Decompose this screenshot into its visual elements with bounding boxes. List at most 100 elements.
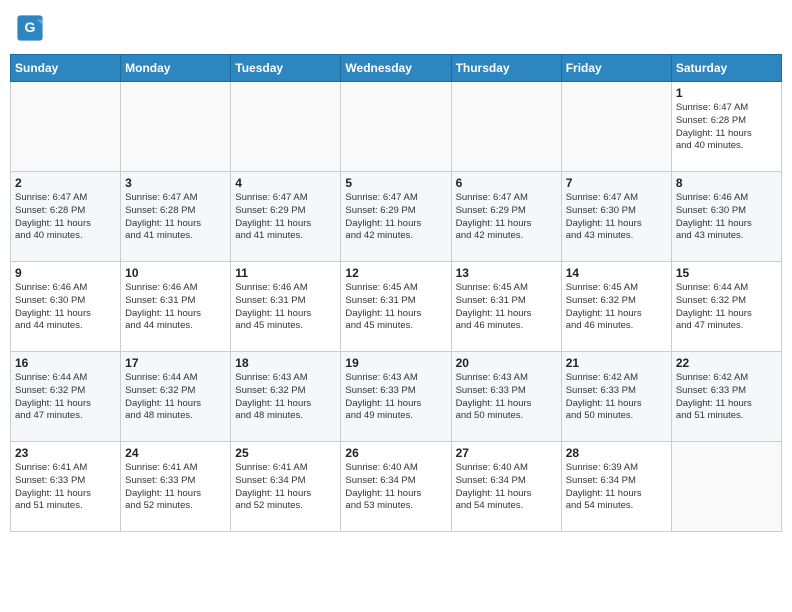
calendar-cell: 22 Sunrise: 6:42 AM Sunset: 6:33 PM Dayli… bbox=[671, 352, 781, 442]
page-header: G bbox=[10, 10, 782, 46]
calendar-header: SundayMondayTuesdayWednesdayThursdayFrid… bbox=[11, 55, 782, 82]
day-number: 28 bbox=[566, 446, 667, 460]
day-info: Sunrise: 6:46 AM Sunset: 6:31 PM Dayligh… bbox=[125, 282, 226, 333]
calendar-cell: 11 Sunrise: 6:46 AM Sunset: 6:31 PM Dayli… bbox=[231, 262, 341, 352]
day-info: Sunrise: 6:41 AM Sunset: 6:33 PM Dayligh… bbox=[125, 462, 226, 513]
calendar-cell: 15 Sunrise: 6:44 AM Sunset: 6:32 PM Dayli… bbox=[671, 262, 781, 352]
calendar-cell: 7 Sunrise: 6:47 AM Sunset: 6:30 PM Daylig… bbox=[561, 172, 671, 262]
day-number: 19 bbox=[345, 356, 446, 370]
day-number: 21 bbox=[566, 356, 667, 370]
calendar-cell: 24 Sunrise: 6:41 AM Sunset: 6:33 PM Dayli… bbox=[121, 442, 231, 532]
calendar-cell: 21 Sunrise: 6:42 AM Sunset: 6:33 PM Dayli… bbox=[561, 352, 671, 442]
day-info: Sunrise: 6:47 AM Sunset: 6:29 PM Dayligh… bbox=[235, 192, 336, 243]
weekday-header-thursday: Thursday bbox=[451, 55, 561, 82]
day-number: 15 bbox=[676, 266, 777, 280]
calendar-cell: 2 Sunrise: 6:47 AM Sunset: 6:28 PM Daylig… bbox=[11, 172, 121, 262]
weekday-header-sunday: Sunday bbox=[11, 55, 121, 82]
day-number: 12 bbox=[345, 266, 446, 280]
calendar-cell: 20 Sunrise: 6:43 AM Sunset: 6:33 PM Dayli… bbox=[451, 352, 561, 442]
calendar-cell: 27 Sunrise: 6:40 AM Sunset: 6:34 PM Dayli… bbox=[451, 442, 561, 532]
calendar-week-0: 1Sunrise: 6:47 AM Sunset: 6:28 PM Daylig… bbox=[11, 82, 782, 172]
calendar-cell: 13 Sunrise: 6:45 AM Sunset: 6:31 PM Dayli… bbox=[451, 262, 561, 352]
day-info: Sunrise: 6:47 AM Sunset: 6:28 PM Dayligh… bbox=[15, 192, 116, 243]
day-number: 10 bbox=[125, 266, 226, 280]
calendar-week-3: 16Sunrise: 6:44 AM Sunset: 6:32 PM Dayli… bbox=[11, 352, 782, 442]
day-info: Sunrise: 6:40 AM Sunset: 6:34 PM Dayligh… bbox=[456, 462, 557, 513]
calendar-cell: 8 Sunrise: 6:46 AM Sunset: 6:30 PM Daylig… bbox=[671, 172, 781, 262]
calendar-cell bbox=[451, 82, 561, 172]
calendar-cell: 16Sunrise: 6:44 AM Sunset: 6:32 PM Dayli… bbox=[11, 352, 121, 442]
day-number: 18 bbox=[235, 356, 336, 370]
logo: G bbox=[16, 14, 46, 42]
calendar-cell: 1Sunrise: 6:47 AM Sunset: 6:28 PM Daylig… bbox=[671, 82, 781, 172]
day-info: Sunrise: 6:42 AM Sunset: 6:33 PM Dayligh… bbox=[676, 372, 777, 423]
day-number: 4 bbox=[235, 176, 336, 190]
day-number: 1 bbox=[676, 86, 777, 100]
calendar-week-4: 23 Sunrise: 6:41 AM Sunset: 6:33 PM Dayli… bbox=[11, 442, 782, 532]
day-number: 20 bbox=[456, 356, 557, 370]
calendar-cell: 6 Sunrise: 6:47 AM Sunset: 6:29 PM Daylig… bbox=[451, 172, 561, 262]
day-number: 5 bbox=[345, 176, 446, 190]
calendar-table: SundayMondayTuesdayWednesdayThursdayFrid… bbox=[10, 54, 782, 532]
day-number: 23 bbox=[15, 446, 116, 460]
calendar-cell: 14 Sunrise: 6:45 AM Sunset: 6:32 PM Dayli… bbox=[561, 262, 671, 352]
day-info: Sunrise: 6:41 AM Sunset: 6:34 PM Dayligh… bbox=[235, 462, 336, 513]
day-info: Sunrise: 6:46 AM Sunset: 6:31 PM Dayligh… bbox=[235, 282, 336, 333]
day-info: Sunrise: 6:47 AM Sunset: 6:30 PM Dayligh… bbox=[566, 192, 667, 243]
day-info: Sunrise: 6:47 AM Sunset: 6:29 PM Dayligh… bbox=[456, 192, 557, 243]
day-number: 2 bbox=[15, 176, 116, 190]
day-number: 8 bbox=[676, 176, 777, 190]
calendar-cell bbox=[341, 82, 451, 172]
day-info: Sunrise: 6:46 AM Sunset: 6:30 PM Dayligh… bbox=[15, 282, 116, 333]
day-info: Sunrise: 6:42 AM Sunset: 6:33 PM Dayligh… bbox=[566, 372, 667, 423]
day-number: 24 bbox=[125, 446, 226, 460]
day-number: 14 bbox=[566, 266, 667, 280]
logo-icon: G bbox=[16, 14, 44, 42]
calendar-cell: 9 Sunrise: 6:46 AM Sunset: 6:30 PM Daylig… bbox=[11, 262, 121, 352]
day-info: Sunrise: 6:45 AM Sunset: 6:31 PM Dayligh… bbox=[456, 282, 557, 333]
calendar-cell bbox=[561, 82, 671, 172]
calendar-cell bbox=[11, 82, 121, 172]
day-info: Sunrise: 6:45 AM Sunset: 6:32 PM Dayligh… bbox=[566, 282, 667, 333]
calendar-cell bbox=[231, 82, 341, 172]
calendar-cell: 12Sunrise: 6:45 AM Sunset: 6:31 PM Dayli… bbox=[341, 262, 451, 352]
weekday-header-tuesday: Tuesday bbox=[231, 55, 341, 82]
day-info: Sunrise: 6:44 AM Sunset: 6:32 PM Dayligh… bbox=[125, 372, 226, 423]
day-number: 6 bbox=[456, 176, 557, 190]
calendar-cell: 26 Sunrise: 6:40 AM Sunset: 6:34 PM Dayli… bbox=[341, 442, 451, 532]
calendar-cell: 4 Sunrise: 6:47 AM Sunset: 6:29 PM Daylig… bbox=[231, 172, 341, 262]
day-info: Sunrise: 6:44 AM Sunset: 6:32 PM Dayligh… bbox=[676, 282, 777, 333]
calendar-cell: 23 Sunrise: 6:41 AM Sunset: 6:33 PM Dayli… bbox=[11, 442, 121, 532]
weekday-header-wednesday: Wednesday bbox=[341, 55, 451, 82]
calendar-cell bbox=[121, 82, 231, 172]
day-number: 11 bbox=[235, 266, 336, 280]
day-info: Sunrise: 6:43 AM Sunset: 6:33 PM Dayligh… bbox=[456, 372, 557, 423]
day-info: Sunrise: 6:43 AM Sunset: 6:32 PM Dayligh… bbox=[235, 372, 336, 423]
day-number: 26 bbox=[345, 446, 446, 460]
day-info: Sunrise: 6:47 AM Sunset: 6:29 PM Dayligh… bbox=[345, 192, 446, 243]
calendar-cell: 5 Sunrise: 6:47 AM Sunset: 6:29 PM Daylig… bbox=[341, 172, 451, 262]
day-number: 27 bbox=[456, 446, 557, 460]
day-number: 9 bbox=[15, 266, 116, 280]
day-number: 7 bbox=[566, 176, 667, 190]
day-number: 17 bbox=[125, 356, 226, 370]
calendar-cell: 28 Sunrise: 6:39 AM Sunset: 6:34 PM Dayli… bbox=[561, 442, 671, 532]
day-info: Sunrise: 6:41 AM Sunset: 6:33 PM Dayligh… bbox=[15, 462, 116, 513]
day-number: 3 bbox=[125, 176, 226, 190]
calendar-body: 1 Sunrise: 6:47 AM Sunset: 6:28 PM Daylig… bbox=[11, 82, 782, 532]
svg-text:G: G bbox=[25, 19, 36, 35]
day-info: Sunrise: 6:44 AM Sunset: 6:32 PM Dayligh… bbox=[15, 372, 116, 423]
day-info: Sunrise: 6:39 AM Sunset: 6:34 PM Dayligh… bbox=[566, 462, 667, 513]
weekday-row: SundayMondayTuesdayWednesdayThursdayFrid… bbox=[11, 55, 782, 82]
calendar-week-2: 9 Sunrise: 6:46 AM Sunset: 6:30 PM Daylig… bbox=[11, 262, 782, 352]
day-number: 22 bbox=[676, 356, 777, 370]
day-info: Sunrise: 6:43 AM Sunset: 6:33 PM Dayligh… bbox=[345, 372, 446, 423]
day-info: Sunrise: 6:40 AM Sunset: 6:34 PM Dayligh… bbox=[345, 462, 446, 513]
day-info: Sunrise: 6:47 AM Sunset: 6:28 PM Dayligh… bbox=[125, 192, 226, 243]
weekday-header-friday: Friday bbox=[561, 55, 671, 82]
calendar-cell: 19 Sunrise: 6:43 AM Sunset: 6:33 PM Dayli… bbox=[341, 352, 451, 442]
calendar-cell: 10 Sunrise: 6:46 AM Sunset: 6:31 PM Dayli… bbox=[121, 262, 231, 352]
calendar-cell: 18 Sunrise: 6:43 AM Sunset: 6:32 PM Dayli… bbox=[231, 352, 341, 442]
day-info: Sunrise: 6:46 AM Sunset: 6:30 PM Dayligh… bbox=[676, 192, 777, 243]
day-number: 13 bbox=[456, 266, 557, 280]
